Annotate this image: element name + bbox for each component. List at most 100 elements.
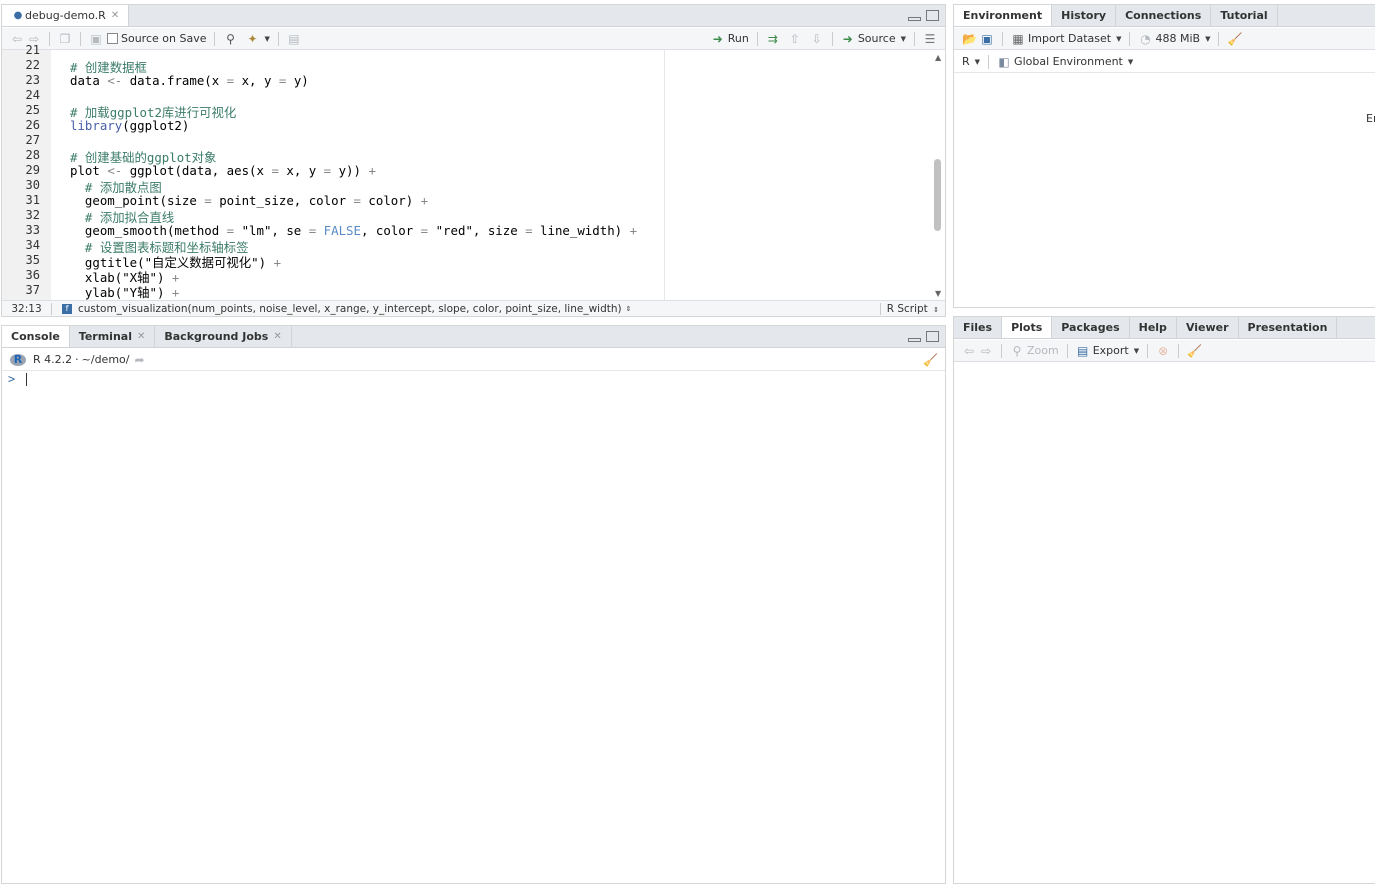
tab-label: Background Jobs [164, 330, 269, 343]
console-prompt: > [8, 372, 16, 386]
working-directory: ~/demo/ [81, 353, 130, 366]
tab-console[interactable]: Console [2, 326, 70, 347]
files-pane: Files Plots Packages Help Viewer Present… [953, 316, 1375, 884]
maximize-icon[interactable] [926, 10, 939, 21]
export-label: Export [1092, 344, 1129, 357]
chevron-down-icon: ▼ [1116, 34, 1122, 43]
compile-report-icon[interactable]: ▤ [287, 33, 301, 45]
tab-files[interactable]: Files [954, 317, 1003, 338]
close-icon[interactable]: ✕ [137, 331, 145, 342]
language-selector[interactable]: R ▼ [962, 55, 980, 68]
source-button[interactable]: ➜ Source ▼ [841, 32, 906, 45]
scroll-up-icon[interactable]: ▲ [935, 53, 941, 62]
file-type-label: R Script [886, 302, 928, 315]
console-header: R R 4.2.2 · ~/demo/ ➦ 🧹 [2, 349, 945, 371]
tab-label: Viewer [1185, 321, 1229, 334]
search-icon[interactable]: ⚲ [223, 33, 237, 45]
tab-history[interactable]: History [1052, 5, 1117, 26]
show-in-window-icon[interactable]: ❐ [58, 33, 72, 45]
tab-terminal[interactable]: Terminal ✕ [70, 326, 156, 347]
remove-plot-icon[interactable]: ⊗ [1156, 345, 1170, 357]
code-area[interactable]: # 创建数据框 data <- data.frame(x = x, y = y) #… [2, 50, 929, 300]
forward-arrow-icon[interactable]: ⇨ [979, 345, 993, 357]
maximize-icon[interactable] [926, 331, 939, 342]
chevron-down-icon[interactable]: ▼ [901, 35, 906, 43]
tab-label: Help [1138, 321, 1167, 334]
import-dataset-button[interactable]: ▦ Import Dataset ▼ [1011, 32, 1121, 45]
tab-packages[interactable]: Packages [1052, 317, 1130, 338]
console-pane: Console Terminal ✕ Background Jobs ✕ R R 4… [1, 325, 946, 884]
source-on-save-label: Source on Save [121, 32, 207, 45]
tab-tutorial[interactable]: Tutorial [1211, 5, 1278, 26]
tab-presentation[interactable]: Presentation [1239, 317, 1338, 338]
tab-background-jobs[interactable]: Background Jobs ✕ [155, 326, 292, 347]
tab-label: Presentation [1247, 321, 1328, 334]
code-line: ylab("Y轴") + [70, 285, 180, 300]
tab-connections[interactable]: Connections [1116, 5, 1212, 26]
chevron-down-icon[interactable]: ▼ [264, 35, 269, 43]
editor-tabbar: ● debug-demo.R ✕ [2, 5, 945, 27]
back-arrow-icon[interactable]: ⇦ [962, 345, 976, 357]
memory-pie-icon: ◔ [1140, 31, 1151, 46]
console-input-area[interactable]: > [8, 372, 945, 883]
zoom-button[interactable]: ⚲ Zoom [1010, 344, 1059, 357]
function-signature[interactable]: custom_visualization(num_points, noise_l… [78, 303, 622, 315]
save-icon[interactable]: ▣ [980, 33, 994, 45]
console-window-controls [908, 331, 939, 342]
tab-viewer[interactable]: Viewer [1177, 317, 1239, 338]
tab-help[interactable]: Help [1130, 317, 1177, 338]
environment-scope-bar: R ▼ ◧ Global Environment ▼ [954, 51, 1375, 73]
memory-usage-button[interactable]: ◔ 488 MiB ▼ [1138, 32, 1210, 45]
cursor-position: 32:13 [2, 302, 52, 315]
close-icon[interactable]: ✕ [111, 10, 119, 21]
up-arrow-icon[interactable]: ⇧ [788, 33, 802, 45]
tab-label: Files [963, 321, 993, 334]
minimize-icon[interactable] [908, 338, 921, 342]
tab-environment[interactable]: Environment [954, 5, 1053, 26]
files-tabbar: Files Plots Packages Help Viewer Present… [954, 317, 1375, 339]
chevron-down-icon: ▼ [974, 57, 981, 66]
minimize-icon[interactable] [908, 17, 921, 21]
tab-label: Environment [963, 9, 1043, 22]
down-arrow-icon[interactable]: ⇩ [810, 33, 824, 45]
broom-icon[interactable]: 🧹 [1227, 33, 1242, 45]
code-line: geom_smooth(method = "lm", se = FALSE, c… [70, 223, 638, 238]
go-to-directory-icon[interactable]: ➦ [132, 354, 146, 366]
text-cursor [26, 373, 28, 386]
run-button[interactable]: ➜ Run [711, 32, 749, 45]
environment-toolbar: 📂 ▣ ▦ Import Dataset ▼ ◔ 488 MiB ▼ 🧹 [954, 28, 1375, 50]
export-button[interactable]: ▤ Export ▼ [1076, 344, 1139, 357]
tab-label: Tutorial [1220, 9, 1268, 22]
magic-wand-icon[interactable]: ✦ [245, 33, 259, 45]
broom-icon[interactable]: 🧹 [1187, 345, 1202, 357]
tab-plots[interactable]: Plots [1002, 317, 1053, 338]
editor-statusbar: 32:13 f custom_visualization(num_points,… [2, 300, 945, 316]
globe-icon: ◧ [998, 54, 1010, 69]
close-icon[interactable]: ✕ [273, 331, 281, 342]
editor-scrollbar[interactable]: ▲ ▼ [931, 53, 943, 298]
rerun-icon[interactable]: ⇉ [766, 33, 780, 45]
tab-label: Terminal [78, 330, 132, 343]
run-arrow-icon: ➜ [712, 31, 723, 46]
zoom-label: Zoom [1027, 344, 1059, 357]
function-icon: f [62, 303, 72, 314]
tab-label: debug-demo.R [25, 9, 106, 22]
back-arrow-icon[interactable]: ⇦ [10, 33, 24, 45]
scroll-down-icon[interactable]: ▼ [935, 289, 941, 298]
environment-pane: Environment History Connections Tutorial… [953, 4, 1375, 308]
save-icon[interactable]: ▣ [89, 33, 103, 45]
outline-icon[interactable]: ☰ [923, 33, 937, 45]
editor-toolbar: ⇦ ⇨ ❐ ▣ Source on Save ⚲ ✦ ▼ ▤ ➜ Run ⇉ ⇧ ⇩… [2, 28, 945, 50]
environment-tabbar: Environment History Connections Tutorial [954, 5, 1375, 27]
source-on-save-checkbox[interactable] [107, 33, 118, 44]
open-folder-icon[interactable]: 📂 [962, 33, 977, 45]
chevron-down-icon: ▼ [1133, 346, 1140, 355]
r-logo-icon: R [10, 353, 26, 366]
clear-console-icon[interactable]: 🧹 [923, 354, 938, 366]
file-type-selector[interactable]: R Script ⇕ [879, 302, 945, 315]
tab-debug-demo[interactable]: ● debug-demo.R ✕ [2, 5, 130, 26]
scope-selector[interactable]: ◧ Global Environment ▼ [997, 55, 1133, 68]
scroll-thumb[interactable] [934, 159, 941, 231]
chevron-updown-icon[interactable]: ⇕ [626, 305, 632, 313]
import-dataset-label: Import Dataset [1028, 32, 1112, 45]
